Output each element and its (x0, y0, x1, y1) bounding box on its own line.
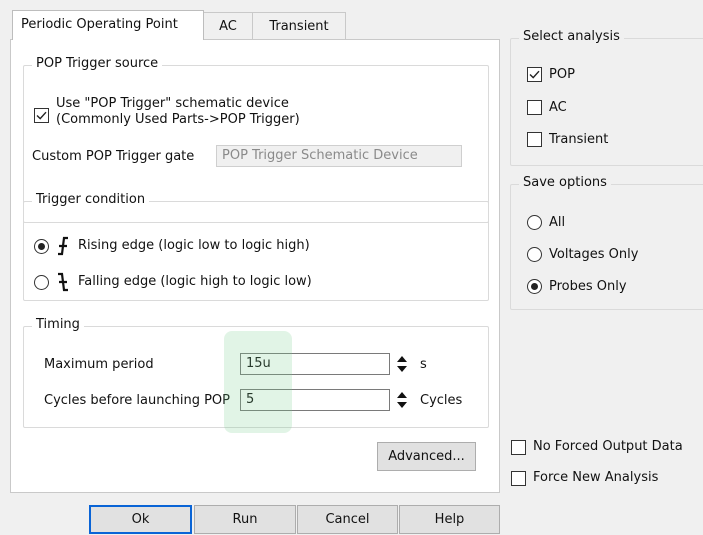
trigger-condition-legend: Trigger condition (32, 192, 150, 207)
falling-edge-radio[interactable] (34, 275, 49, 290)
maximum-period-unit: s (420, 357, 427, 372)
save-voltages-only-label: Voltages Only (549, 247, 639, 262)
tab-ac[interactable]: AC (203, 12, 253, 39)
rising-edge-radio[interactable] (34, 239, 49, 254)
save-voltages-only-radio[interactable] (527, 247, 542, 262)
use-pop-trigger-device-sublabel: (Commonly Used Parts->POP Trigger) (56, 112, 300, 127)
checkmark-icon (36, 111, 47, 120)
tab-transient[interactable]: Transient (252, 12, 346, 39)
falling-edge-label: Falling edge (logic high to logic low) (78, 274, 312, 289)
tab-label: AC (219, 19, 237, 34)
save-options-group: Save options All Voltages Only Probes On… (510, 175, 703, 310)
tab-periodic-operating-point[interactable]: Periodic Operating Point (12, 10, 204, 40)
select-analysis-legend: Select analysis (519, 29, 624, 44)
save-probes-only-radio[interactable] (527, 279, 542, 294)
analysis-transient-label: Transient (549, 132, 609, 147)
maximum-period-input[interactable]: 15u (240, 353, 390, 375)
cycles-before-launching-label: Cycles before launching POP (44, 393, 230, 408)
timing-group: Timing Maximum period 15u s Cycles befor… (23, 317, 489, 428)
save-all-radio[interactable] (527, 215, 542, 230)
save-options-legend: Save options (519, 175, 611, 190)
custom-gate-input[interactable]: POP Trigger Schematic Device (216, 145, 462, 167)
no-forced-output-checkbox[interactable] (511, 440, 526, 455)
timing-legend: Timing (32, 317, 84, 332)
use-pop-trigger-device-checkbox[interactable] (34, 108, 49, 123)
maximum-period-label: Maximum period (44, 357, 154, 372)
pop-trigger-source-legend: POP Trigger source (32, 56, 163, 71)
advanced-button[interactable]: Advanced... (377, 442, 476, 471)
cycles-unit: Cycles (420, 393, 463, 408)
select-analysis-group: Select analysis POP AC Transient (510, 29, 703, 166)
analysis-pop-checkbox[interactable] (527, 67, 542, 82)
cancel-button[interactable]: Cancel (297, 505, 398, 534)
cycles-spinner-icon[interactable] (394, 389, 410, 411)
rising-edge-label: Rising edge (logic low to logic high) (78, 238, 310, 253)
cycles-before-launching-input[interactable]: 5 (240, 389, 390, 411)
maximum-period-spinner-icon[interactable] (394, 353, 410, 375)
custom-gate-label: Custom POP Trigger gate (32, 149, 195, 164)
analysis-ac-label: AC (549, 100, 567, 115)
save-all-label: All (549, 215, 566, 230)
use-pop-trigger-device-label: Use "POP Trigger" schematic device (56, 96, 289, 111)
run-button[interactable]: Run (194, 505, 296, 534)
radio-selected-dot (38, 243, 45, 250)
analysis-pop-label: POP (549, 67, 575, 82)
help-button[interactable]: Help (399, 505, 500, 534)
tab-label: Transient (269, 19, 329, 34)
force-new-analysis-label: Force New Analysis (533, 470, 659, 485)
tab-label: Periodic Operating Point (21, 17, 178, 32)
trigger-condition-group: Trigger condition Rising edge (logic low… (23, 192, 489, 301)
radio-selected-dot (531, 283, 538, 290)
save-probes-only-label: Probes Only (549, 279, 627, 294)
checkmark-icon (529, 70, 540, 79)
force-new-analysis-checkbox[interactable] (511, 471, 526, 486)
analysis-transient-checkbox[interactable] (527, 132, 542, 147)
falling-edge-icon (58, 272, 68, 292)
ok-button[interactable]: Ok (89, 505, 192, 534)
tab-page-periodic-operating-point: POP Trigger source Use "POP Trigger" sch… (10, 39, 500, 493)
no-forced-output-label: No Forced Output Data (533, 439, 683, 454)
rising-edge-icon (58, 236, 68, 256)
analysis-ac-checkbox[interactable] (527, 100, 542, 115)
